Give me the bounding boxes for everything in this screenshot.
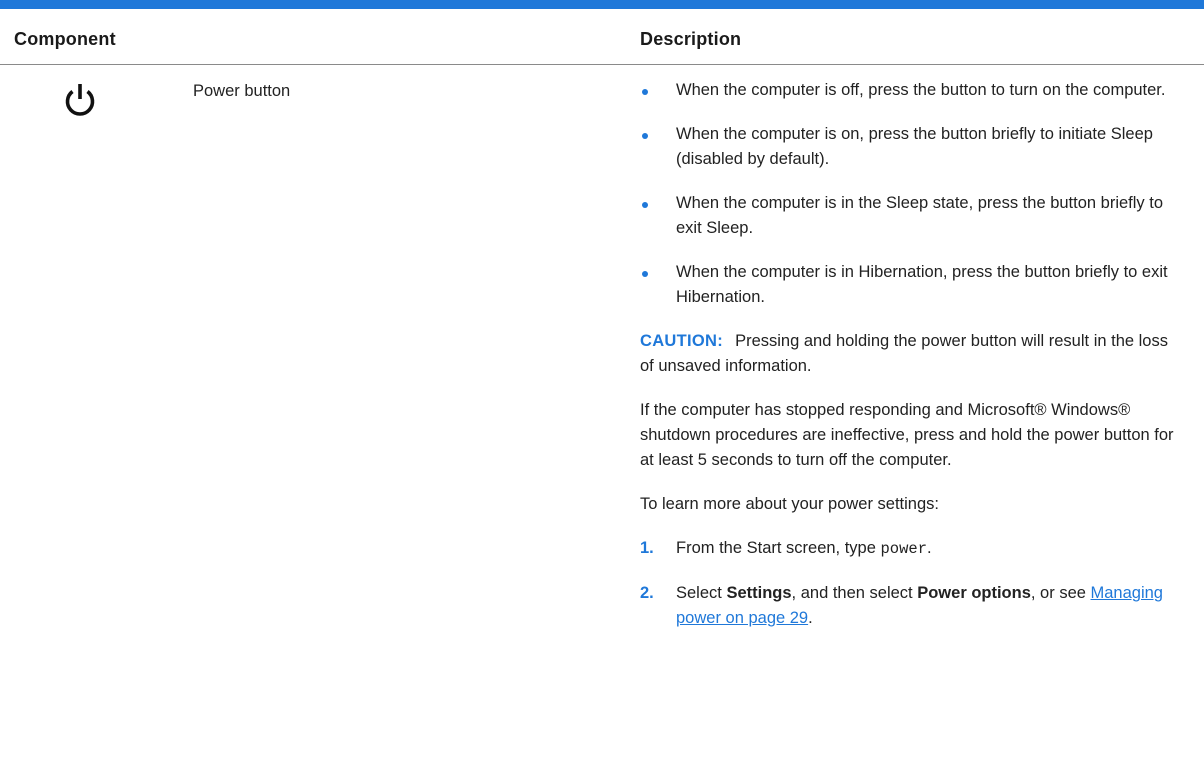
bullet-text: When the computer is in the Sleep state,… [676,194,1164,237]
caution-label: CAUTION: [640,332,724,350]
bullet-item: When the computer is on, press the butto… [640,122,1180,172]
step-number: 2. [640,584,654,602]
bullet-item: When the computer is off, press the butt… [640,78,1180,103]
step-text-mid2: , or see [1030,584,1091,602]
power-icon [65,84,95,116]
column-header-component: Component [14,29,116,49]
bullet-dot-icon [642,133,648,139]
settings-term: Settings [726,584,792,602]
step-code: power [880,540,928,558]
column-header-description: Description [640,29,742,49]
step-text-end: . [927,539,932,557]
step-text: Select [676,584,727,602]
power-options-term: Power options [917,584,1031,602]
component-name: Power button [193,82,291,100]
step-number: 1. [640,539,654,557]
header-divider [0,64,1204,65]
bullet-text: When the computer is off, press the butt… [676,81,1166,99]
bullet-dot-icon [642,202,648,208]
step-item: 2. Select Settings, and then select Powe… [640,581,1180,631]
bullet-dot-icon [642,89,648,95]
top-rule [0,0,1204,9]
bullet-item: When the computer is in the Sleep state,… [640,191,1180,241]
description-cell: When the computer is off, press the butt… [640,78,1180,650]
step-item: 1. From the Start screen, type power. [640,536,1180,562]
bullet-dot-icon [642,271,648,277]
bullet-text: When the computer is on, press the butto… [676,125,1153,168]
step-text-end: . [808,609,813,627]
table-header-row: Component Description [0,9,1204,64]
bullet-item: When the computer is in Hibernation, pre… [640,260,1180,310]
unresponsive-note: If the computer has stopped responding a… [640,401,1174,469]
step-text-mid: , and then select [791,584,918,602]
learn-more-text: To learn more about your power settings: [640,495,939,513]
bullet-text: When the computer is in Hibernation, pre… [676,263,1168,306]
caution-note: CAUTION: Pressing and holding the power b… [640,329,1180,379]
step-text: From the Start screen, type [676,539,881,557]
